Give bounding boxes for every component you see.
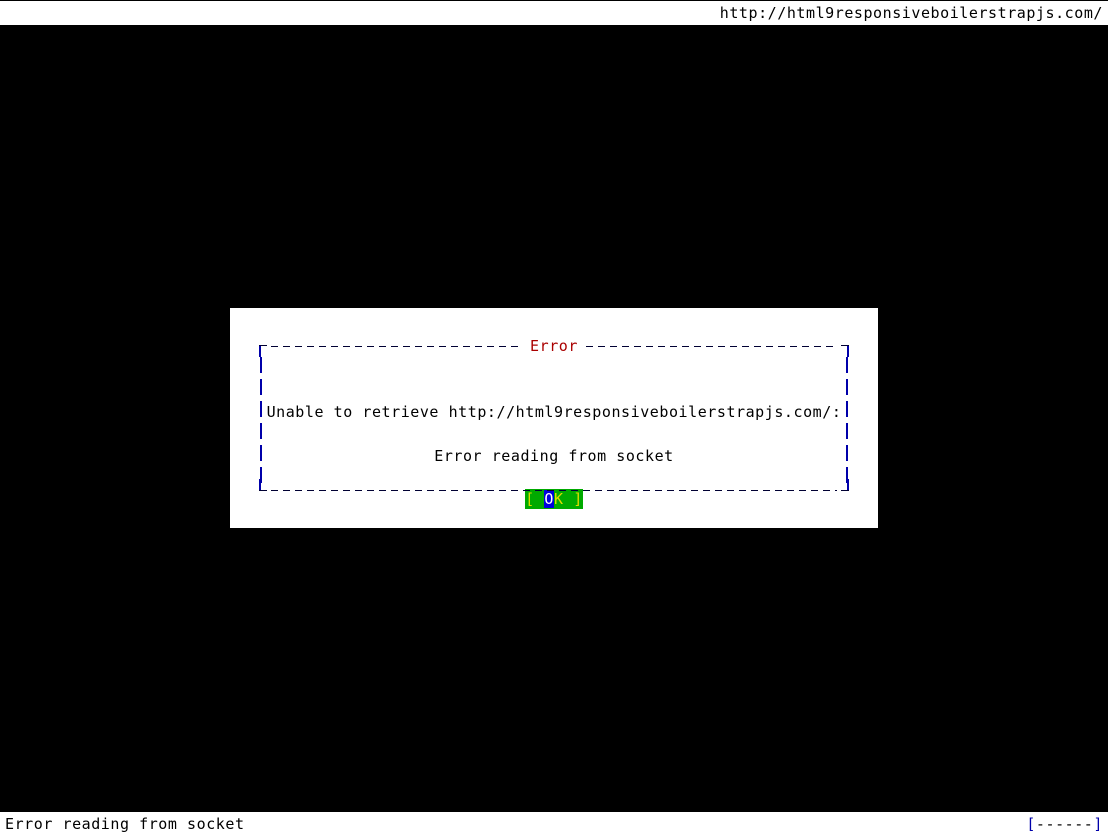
dialog-border-left-seg4 bbox=[260, 423, 262, 439]
scroll-indicator[interactable]: [------] bbox=[1026, 817, 1103, 832]
dialog-frame: Error Unable to retrieve http://html9res… bbox=[258, 335, 850, 509]
status-message: Error reading from socket bbox=[5, 815, 245, 833]
dialog-border-right-seg2 bbox=[846, 379, 848, 395]
error-dialog: Error Unable to retrieve http://html9res… bbox=[230, 308, 878, 528]
dialog-border-right-seg1 bbox=[846, 357, 848, 373]
dialog-border-right-seg4 bbox=[846, 423, 848, 439]
dialog-border-left-seg1 bbox=[260, 357, 262, 373]
dash-line-right bbox=[585, 345, 837, 347]
dialog-detail: Error reading from socket bbox=[434, 447, 674, 465]
terminal-screen: http://html9responsiveboilerstrapjs.com/… bbox=[0, 0, 1108, 837]
dialog-title: Error bbox=[530, 337, 578, 355]
scroll-open-bracket: [ bbox=[1026, 815, 1036, 833]
url-bar[interactable]: http://html9responsiveboilerstrapjs.com/ bbox=[0, 1, 1108, 25]
corner-bottom-right-icon bbox=[841, 479, 850, 501]
status-bar: Error reading from socket [------] bbox=[0, 812, 1108, 837]
corner-top-left-icon bbox=[258, 335, 267, 357]
dash-line-left bbox=[271, 345, 523, 347]
corner-top-right-icon bbox=[841, 335, 850, 357]
scroll-close-bracket: ] bbox=[1093, 815, 1103, 833]
dialog-border-left-seg2 bbox=[260, 379, 262, 395]
dialog-border-bottom bbox=[258, 479, 850, 501]
dialog-border-top: Error bbox=[258, 335, 850, 357]
corner-bottom-left-icon bbox=[258, 479, 267, 501]
scroll-dashes: ------ bbox=[1035, 815, 1094, 833]
url-text: http://html9responsiveboilerstrapjs.com/ bbox=[719, 3, 1103, 22]
dash-line-bottom bbox=[271, 489, 837, 491]
dialog-message: Unable to retrieve http://html9responsiv… bbox=[266, 403, 842, 421]
